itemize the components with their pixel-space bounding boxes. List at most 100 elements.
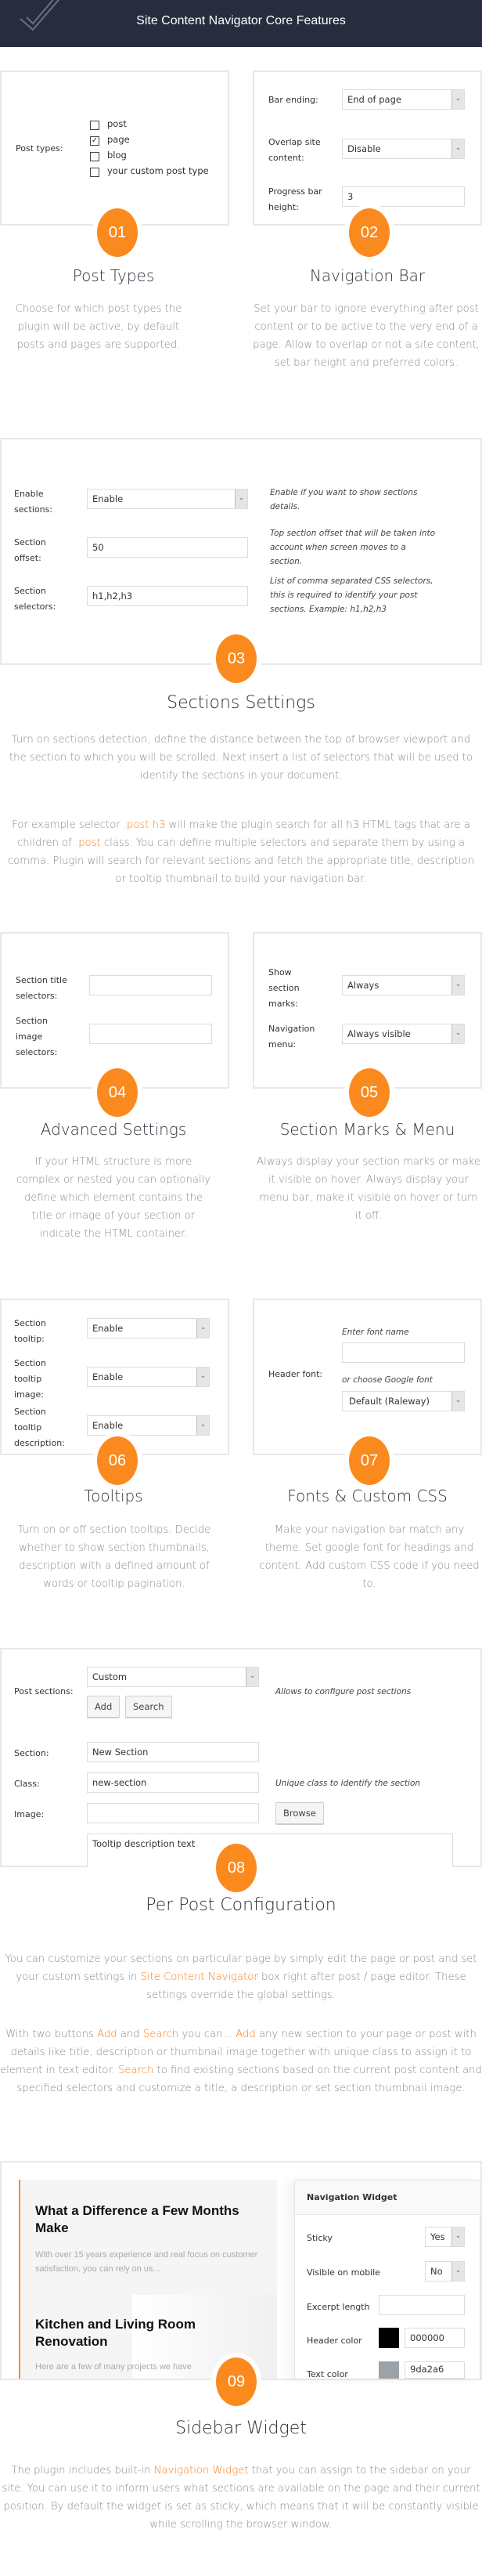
feature-title: Section Marks & Menu: [279, 1120, 455, 1139]
class-example-highlight: .post: [75, 837, 101, 849]
chevron-down-icon: ⌄: [451, 976, 464, 995]
feature-title: Per Post Configuration: [146, 1895, 336, 1915]
class-input[interactable]: new-section: [87, 1772, 259, 1793]
post-types-label: Post types:: [16, 143, 63, 154]
bar-ending-label: Bar ending:: [268, 95, 318, 105]
google-font-value: Default (Raleway): [349, 1396, 430, 1407]
show-section-marks-value: Always: [347, 980, 379, 991]
enable-sections-select[interactable]: Enable ⌄: [87, 489, 248, 509]
section-tooltip-description-select[interactable]: Enable ⌄: [87, 1415, 210, 1436]
custom-post-type-checkbox-label: your custom post type: [107, 165, 209, 176]
visible-on-mobile-select[interactable]: No ⌄: [425, 2261, 465, 2282]
feature-title: Sections Settings: [167, 693, 315, 713]
chevron-down-icon: ⌄: [451, 1024, 464, 1043]
blog-checkbox-label: blog: [107, 150, 127, 161]
section-input[interactable]: New Section: [87, 1742, 259, 1762]
feature-description: Turn on or off section tooltips. Decide …: [17, 1524, 211, 1590]
feature-number-badge: 09: [216, 2357, 257, 2406]
sticky-select[interactable]: Yes ⌄: [425, 2227, 465, 2247]
browse-button[interactable]: Browse: [275, 1802, 324, 1824]
preview-card-1: [19, 2180, 277, 2295]
feature-number-badge: 04: [97, 1068, 138, 1117]
progress-height-label: Progress bar height:: [268, 186, 322, 212]
feature-number-badge: 08: [216, 1844, 257, 1892]
preview-card-title: Kitchen and Living Room Renovation: [35, 2317, 196, 2349]
section-label: Section:: [14, 1748, 49, 1758]
feature-description: Turn on sections detection, define the d…: [9, 734, 473, 782]
page-title: Site Content Navigator Core Features: [136, 14, 346, 27]
feature-number-badge: 06: [97, 1436, 138, 1485]
overlap-select[interactable]: Disable ⌄: [342, 139, 465, 159]
advanced-settings-panel: [0, 932, 229, 1089]
feature-title: Sidebar Widget: [175, 2419, 307, 2438]
excerpt-length-input[interactable]: [379, 2295, 465, 2315]
feature-description-example: For example selector .post h3 will make …: [7, 819, 475, 885]
section-offset-input[interactable]: 50: [87, 537, 248, 558]
add-button[interactable]: Add: [87, 1696, 120, 1718]
text-color-label: Text color: [307, 2369, 348, 2379]
overlap-label: Overlap site content:: [268, 137, 321, 163]
custom-post-type-checkbox[interactable]: [90, 168, 99, 177]
page-header: Site Content Navigator Core Features: [0, 0, 482, 47]
font-name-input[interactable]: [342, 1342, 465, 1363]
search-button[interactable]: Search: [125, 1696, 172, 1718]
page-checkbox[interactable]: ✓: [90, 136, 99, 146]
feature-title: Post Types: [72, 266, 155, 285]
preview-card-text: Here are a few of many projects we have: [35, 2362, 192, 2372]
text-color-input[interactable]: 9da2a6: [405, 2361, 465, 2379]
class-label: Class:: [14, 1779, 40, 1789]
header-color-swatch[interactable]: [379, 2328, 399, 2348]
blog-checkbox[interactable]: [90, 152, 99, 161]
chevron-down-icon: ⌄: [451, 2262, 464, 2281]
feature-description: Always display your section marks or mak…: [257, 1156, 480, 1222]
navigation-menu-label: Navigation menu:: [268, 1024, 315, 1050]
feature-title: Tooltips: [84, 1487, 143, 1505]
image-label: Image:: [14, 1809, 45, 1819]
chevron-down-icon: ⌄: [451, 2227, 464, 2246]
post-checkbox[interactable]: [90, 121, 99, 130]
section-selectors-input[interactable]: h1,h2,h3: [87, 586, 248, 606]
post-sections-select[interactable]: Custom ⌄: [87, 1667, 259, 1687]
feature-number-badge: 01: [97, 208, 138, 257]
tooltip-description-textarea[interactable]: Tooltip description text: [87, 1834, 453, 1867]
progress-height-input[interactable]: 3: [342, 186, 465, 207]
header-color-input[interactable]: 000000: [405, 2328, 465, 2348]
section-title-selectors-input[interactable]: [89, 975, 212, 995]
sticky-value: Yes: [430, 2231, 445, 2242]
section-offset-label: Section offset:: [14, 537, 46, 563]
feature-number-badge: 07: [349, 1436, 390, 1485]
image-input[interactable]: [87, 1803, 259, 1823]
text-color-swatch[interactable]: [379, 2361, 399, 2379]
section-tooltip-image-select[interactable]: Enable ⌄: [87, 1367, 210, 1387]
section-tooltip-description-value: Enable: [92, 1420, 124, 1431]
bar-ending-select[interactable]: End of page ⌄: [342, 89, 465, 110]
post-sections-hint: Allows to configure post sections: [275, 1687, 412, 1696]
section-selectors-label: Section selectors:: [14, 586, 56, 612]
bar-ending-value: End of page: [347, 94, 401, 105]
plugin-name-highlight: Site Content Navigator: [140, 1971, 258, 1983]
visible-on-mobile-value: No: [430, 2266, 443, 2277]
enter-font-name-hint: Enter font name: [342, 1328, 409, 1337]
visible-on-mobile-label: Visible on mobile: [307, 2267, 380, 2278]
section-image-selectors-input[interactable]: [89, 1024, 212, 1044]
section-tooltip-select[interactable]: Enable ⌄: [87, 1318, 210, 1339]
section-tooltip-image-label: Section tooltip image:: [14, 1358, 46, 1400]
feature-number-badge: 05: [349, 1068, 390, 1117]
feature-number-badge: 03: [216, 634, 257, 683]
section-tooltip-label: Section tooltip:: [14, 1318, 46, 1344]
show-section-marks-select[interactable]: Always ⌄: [342, 975, 465, 995]
feature-description: Set your bar to ignore everything after …: [253, 303, 480, 369]
header-color-label: Header color: [307, 2336, 362, 2346]
feature-description: Choose for which post types the plugin w…: [15, 303, 182, 351]
enable-sections-label: Enable sections:: [14, 489, 53, 515]
post-sections-value: Custom: [92, 1671, 128, 1682]
post-checkbox-label: post: [107, 118, 127, 129]
section-tooltip-description-label: Section tooltip description:: [14, 1407, 65, 1448]
navigation-menu-select[interactable]: Always visible ⌄: [342, 1024, 465, 1044]
feature-description: If your HTML structure is more complex o…: [16, 1156, 211, 1240]
feature-description: Make your navigation bar match any theme…: [259, 1524, 480, 1590]
navigation-widget-title: Navigation Widget: [307, 2192, 397, 2202]
sticky-label: Sticky: [307, 2233, 333, 2243]
google-font-select[interactable]: Default (Raleway) ⌄: [342, 1391, 465, 1411]
chevron-down-icon: ⌄: [451, 139, 464, 158]
